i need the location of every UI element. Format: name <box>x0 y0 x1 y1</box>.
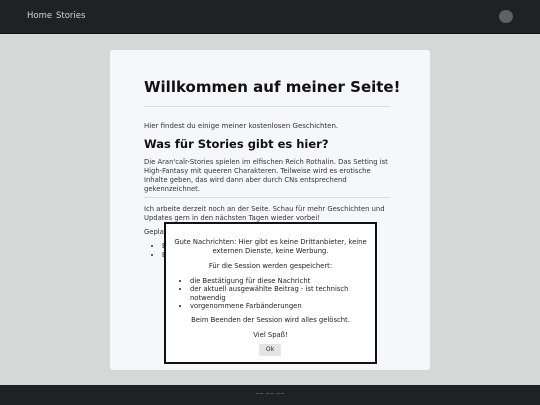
modal-stored-list: die Bestätigung für diese Nachricht der … <box>182 277 372 310</box>
theme-toggle-icon[interactable] <box>499 10 513 23</box>
modal-delete-text: Beim Beenden der Session wird alles gelö… <box>191 316 350 324</box>
modal-intro-text: Gute Nachrichten: Hier gibt es keine Dri… <box>174 238 367 255</box>
top-navbar: Home Stories <box>0 0 540 34</box>
footer-text: ~~ ~~ ~~ <box>255 392 285 397</box>
list-item: vorgenommene Farbänderungen <box>190 302 372 310</box>
modal-session-text: Für die Session werden gespeichert: <box>208 262 333 270</box>
modal-fun-text: Viel Spaß! <box>253 331 288 339</box>
divider <box>144 106 390 107</box>
page-title: Willkommen auf meiner Seite! <box>144 78 401 96</box>
list-item: die Bestätigung für diese Nachricht <box>190 277 372 285</box>
nav-link-home[interactable]: Home <box>27 11 52 21</box>
section-title: Was für Stories gibt es hier? <box>144 137 329 151</box>
nav-link-stories[interactable]: Stories <box>56 11 85 21</box>
planned-label: Gepla <box>144 228 164 236</box>
footer: ~~ ~~ ~~ <box>0 385 540 405</box>
privacy-modal: Gute Nachrichten: Hier gibt es keine Dri… <box>164 222 377 364</box>
ok-button[interactable]: Ok <box>259 344 281 356</box>
divider <box>144 197 390 198</box>
intro-text: Hier findest du einige meiner kostenlose… <box>144 122 339 130</box>
section-text: Die Aran'caîr-Stories spielen im elfisch… <box>144 158 388 193</box>
list-item: der aktuell ausgewählte Beitrag - ist te… <box>190 285 372 302</box>
update-text: Ich arbeite derzeit noch an der Seite. S… <box>144 205 385 222</box>
